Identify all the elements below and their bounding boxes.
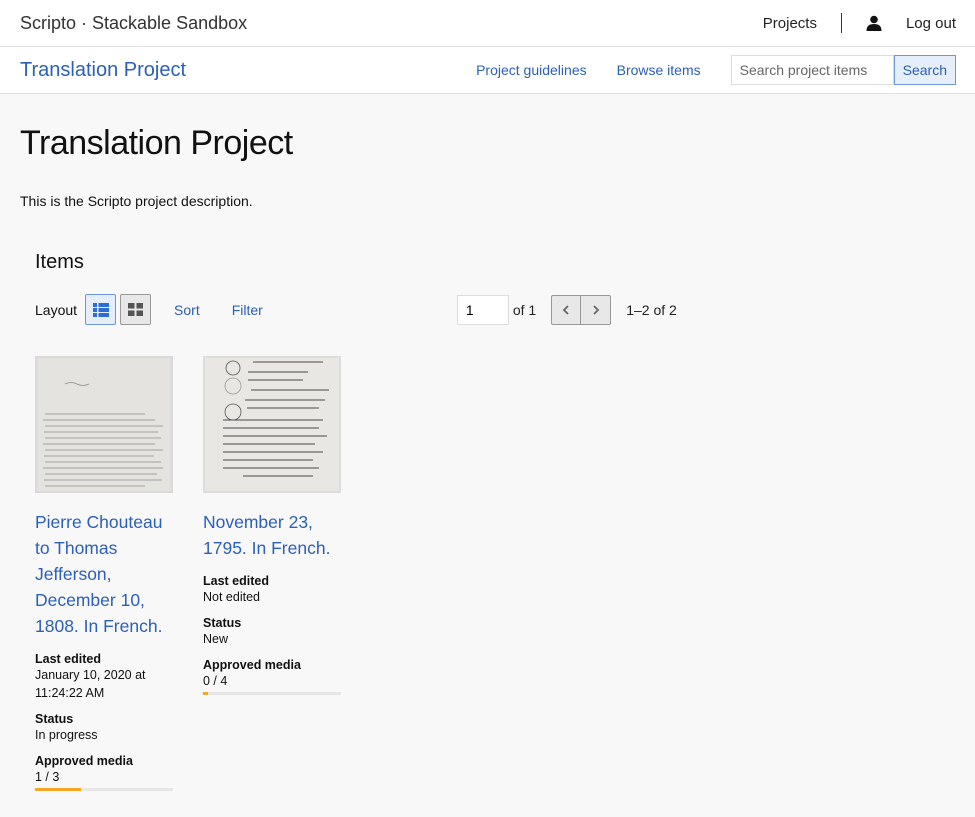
search-input[interactable]: [730, 55, 894, 85]
item-title-link[interactable]: Pierre Chouteau to Thomas Jefferson, Dec…: [35, 509, 173, 639]
top-navbar: Scripto · Stackable Sandbox Projects Log…: [0, 0, 975, 47]
status-value: In progress: [35, 728, 98, 742]
item-thumbnail[interactable]: [203, 356, 341, 493]
approved-media-value: 1 / 3: [35, 770, 60, 784]
approved-media-label: Approved media: [203, 658, 301, 672]
chevron-left-icon: [562, 304, 569, 315]
last-edited-value: January 10, 2020 at 11:24:22 AM: [35, 668, 146, 700]
item-cards: Pierre Chouteau to Thomas Jefferson, Dec…: [35, 356, 955, 791]
previous-page-button[interactable]: [551, 294, 582, 325]
approval-progress-fill: [35, 788, 81, 791]
project-guidelines-link[interactable]: Project guidelines: [476, 62, 587, 78]
status-value: New: [203, 632, 229, 646]
approved-media-label: Approved media: [35, 754, 133, 768]
page-title: Translation Project: [20, 124, 293, 162]
item-meta: Last edited January 10, 2020 at 11:24:22…: [35, 652, 173, 786]
nav-divider: [840, 13, 842, 33]
status-label: Status: [35, 712, 74, 726]
last-edited-label: Last edited: [203, 574, 269, 588]
items-controls: Layout Sort Filter 1 of 1 1–2 of 2: [35, 294, 955, 325]
approval-progress-bar: [35, 788, 173, 791]
page-number-input[interactable]: [456, 294, 509, 325]
item-card: Pierre Chouteau to Thomas Jefferson, Dec…: [35, 356, 173, 791]
list-layout-button[interactable]: [85, 294, 117, 325]
project-title-link[interactable]: Translation Project: [20, 59, 186, 82]
projects-link[interactable]: Projects: [763, 15, 817, 32]
last-edited-label: Last edited: [35, 652, 101, 666]
item-card: November 23, 1795. In French. Last edite…: [203, 356, 341, 791]
items-heading: Items: [35, 251, 84, 273]
main-content: Translation Project This is the Scripto …: [0, 124, 975, 791]
item-meta: Last edited Not edited Status New Approv…: [203, 574, 341, 690]
pagination: of 1 1–2 of 2: [456, 294, 677, 325]
item-title-link[interactable]: November 23, 1795. In French.: [203, 509, 341, 561]
logout-link[interactable]: Log out: [906, 15, 956, 32]
user-icon[interactable]: [866, 15, 882, 31]
last-edited-value: Not edited: [203, 590, 260, 604]
list-layout-icon: [92, 302, 109, 317]
status-label: Status: [203, 616, 242, 630]
layout-label: Layout: [35, 301, 78, 318]
browse-items-link[interactable]: Browse items: [617, 62, 701, 78]
project-description: This is the Scripto project description.: [20, 193, 253, 209]
search-button[interactable]: Search: [893, 55, 956, 85]
project-navbar: Translation Project Project guidelines B…: [0, 47, 975, 94]
project-nav-links: Project guidelines Browse items Search: [476, 55, 956, 85]
item-thumbnail[interactable]: [35, 356, 173, 493]
filter-toggle[interactable]: Filter: [232, 302, 263, 318]
next-page-button[interactable]: [581, 294, 612, 325]
top-nav-right: Projects Log out: [763, 13, 956, 33]
page-count: of 1: [512, 301, 537, 318]
approval-progress-fill: [203, 692, 208, 695]
approved-media-value: 0 / 4: [203, 674, 228, 688]
chevron-right-icon: [593, 304, 599, 315]
approval-progress-bar: [203, 692, 341, 695]
grid-layout-button[interactable]: [120, 294, 152, 325]
sort-toggle[interactable]: Sort: [174, 302, 200, 318]
result-range: 1–2 of 2: [626, 301, 677, 318]
items-section: Items Layout Sort Filter 1 of 1 1–2 of 2…: [20, 251, 955, 791]
grid-layout-icon: [128, 303, 144, 316]
site-brand[interactable]: Scripto · Stackable Sandbox: [20, 13, 247, 34]
